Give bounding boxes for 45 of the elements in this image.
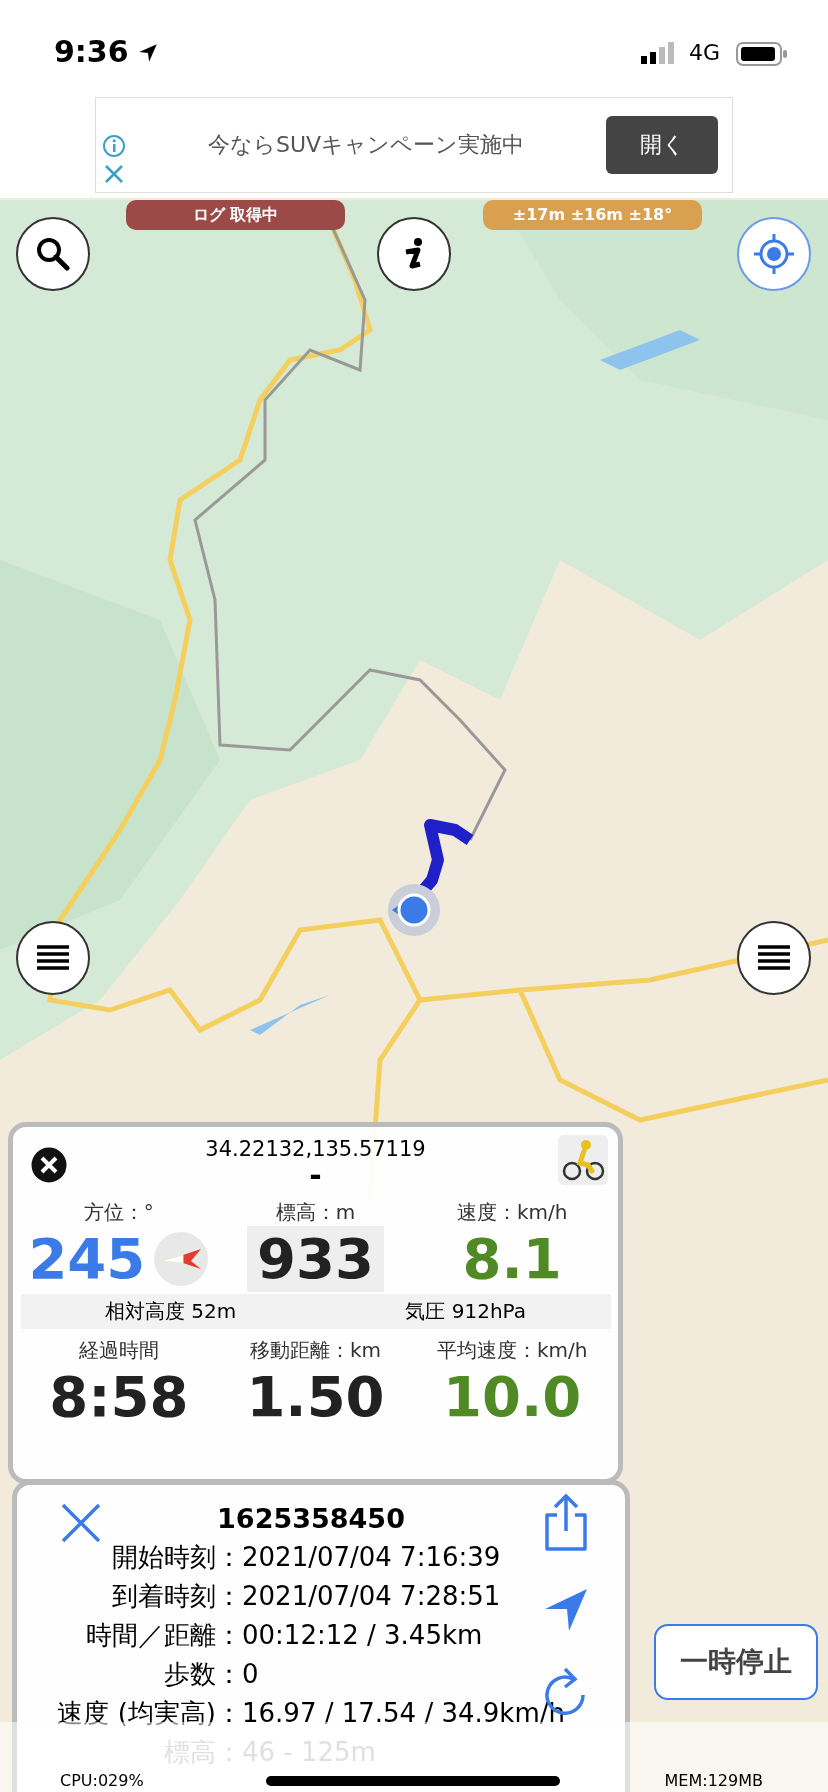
cyclist-icon[interactable] xyxy=(558,1135,608,1185)
place-name: - xyxy=(309,1161,322,1191)
network-type: 4G xyxy=(688,40,720,65)
stat-label: 経過時間 xyxy=(78,1337,159,1364)
log-title: 1625358450 xyxy=(216,1503,406,1534)
coordinates-text: 34.22132,135.57119 xyxy=(205,1137,426,1161)
pause-button[interactable]: 一時停止 xyxy=(654,1624,818,1700)
stat-label: 移動距離：km xyxy=(249,1337,382,1364)
log-label: 速度 (均実高)： xyxy=(57,1698,242,1728)
log-value: 16.97 / 17.54 / 34.9km/h xyxy=(242,1697,565,1730)
log-label: 到着時刻： xyxy=(112,1581,242,1611)
log-value: 00:12:12 / 3.45km xyxy=(242,1619,483,1652)
stat-value: 10.0 xyxy=(443,1364,582,1430)
share-icon[interactable] xyxy=(543,1493,589,1553)
log-status-badge: ログ 取得中 xyxy=(126,200,345,230)
cpu-usage: CPU:029% xyxy=(60,1771,144,1790)
stat-label: 平均速度：km/h xyxy=(436,1337,588,1364)
metric-value: 245 xyxy=(28,1226,146,1292)
status-time: 9:36 xyxy=(54,34,129,69)
info-icon[interactable] xyxy=(102,134,126,158)
metric-value: 933 xyxy=(247,1226,384,1292)
log-value: 2021/07/04 7:16:39 xyxy=(242,1541,501,1574)
log-value: 0 xyxy=(242,1658,259,1691)
crosshair-icon xyxy=(752,232,796,276)
location-marker xyxy=(388,884,440,936)
ad-text: 今ならSUVキャンペーン実施中 xyxy=(206,131,526,159)
open-button[interactable]: 開く xyxy=(606,116,718,174)
metric-label: 速度：km/h xyxy=(456,1199,568,1226)
signal-icon xyxy=(640,42,677,64)
accuracy-badge: ±17m ±16m ±18° xyxy=(483,200,702,230)
metric-label: 方位：° xyxy=(83,1199,154,1226)
relative-altitude: 相対高度 52m xyxy=(105,1298,237,1325)
log-label: 時間／距離： xyxy=(86,1620,242,1650)
metric-value: 8.1 xyxy=(462,1226,562,1292)
log-value: 2021/07/04 7:28:51 xyxy=(242,1580,501,1613)
metric-label: 標高：m xyxy=(275,1199,356,1226)
compass-icon xyxy=(153,1231,210,1287)
pressure-text: 気圧 912hPa xyxy=(405,1298,526,1325)
log-label: 開始時刻： xyxy=(112,1542,242,1572)
navigation-arrow-icon[interactable] xyxy=(543,1587,589,1633)
battery-icon xyxy=(736,42,788,66)
memory-usage: MEM:129MB xyxy=(664,1771,763,1790)
stat-value: 1.50 xyxy=(246,1364,385,1430)
log-label: 歩数： xyxy=(164,1659,242,1689)
stat-value: 8:58 xyxy=(49,1364,189,1430)
